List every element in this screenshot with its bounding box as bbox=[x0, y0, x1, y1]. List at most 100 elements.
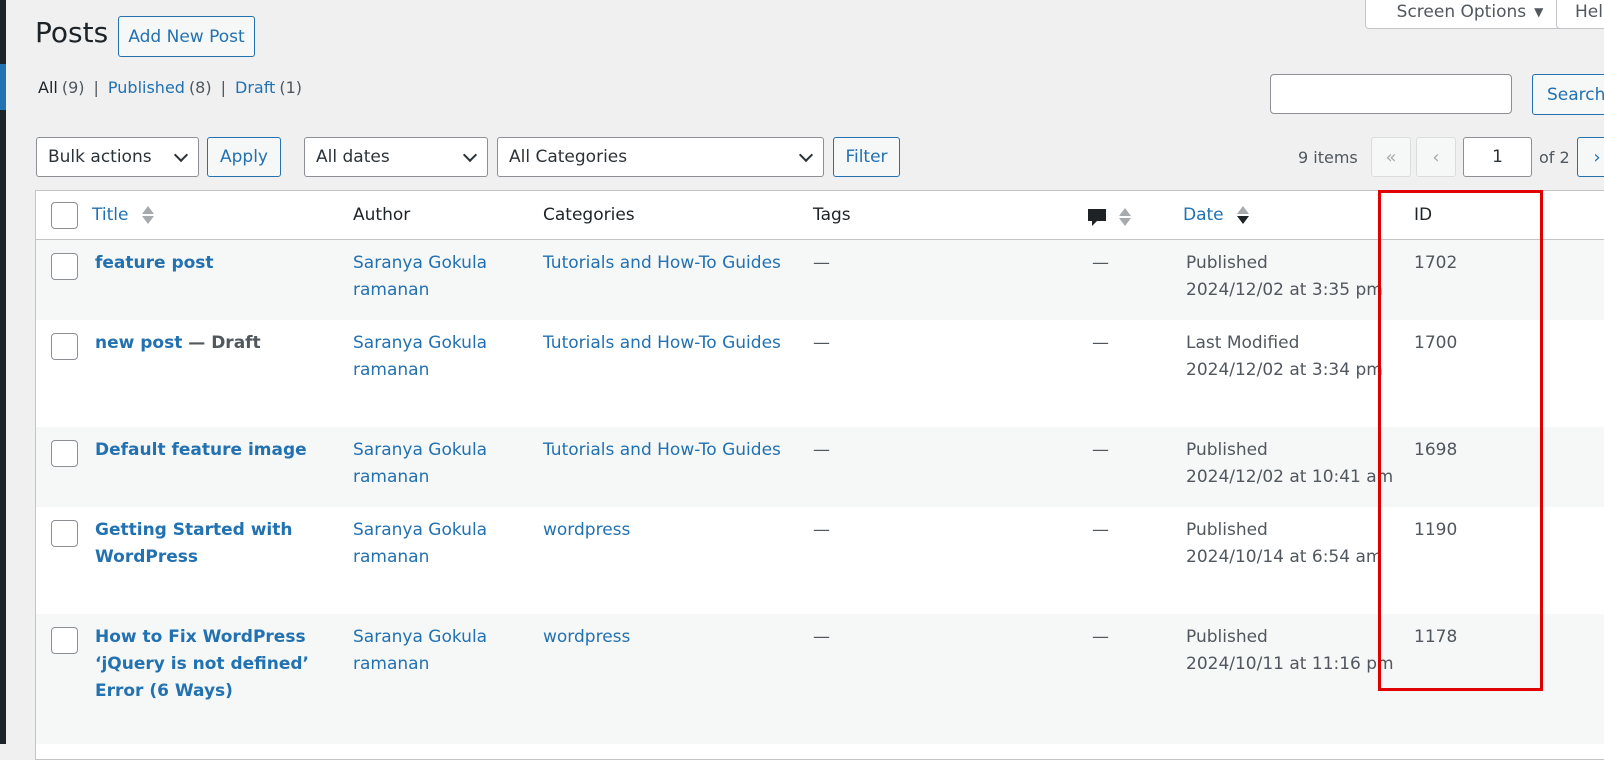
post-title-text: new post bbox=[95, 333, 183, 353]
post-title-link[interactable]: feature post bbox=[95, 250, 315, 277]
post-date: Last Modified 2024/12/02 at 3:34 pm bbox=[1186, 330, 1383, 384]
post-author-link[interactable]: Saranya Gokula ramanan bbox=[353, 330, 513, 384]
column-date[interactable]: Date bbox=[1183, 205, 1250, 225]
post-category-link[interactable]: Tutorials and How-To Guides bbox=[543, 330, 781, 357]
view-separator: | bbox=[220, 78, 226, 97]
post-category-link[interactable]: Tutorials and How-To Guides bbox=[543, 250, 781, 277]
first-page-button[interactable]: « bbox=[1371, 137, 1411, 177]
row-checkbox[interactable] bbox=[51, 627, 78, 654]
post-title-text: Getting Started with WordPress bbox=[95, 520, 293, 567]
search-input[interactable] bbox=[1270, 74, 1512, 114]
filter-button[interactable]: Filter bbox=[833, 137, 900, 177]
post-category-link[interactable]: wordpress bbox=[543, 517, 630, 544]
view-published[interactable]: Published (8) bbox=[108, 78, 212, 97]
post-tags: — bbox=[813, 253, 830, 273]
row-checkbox[interactable] bbox=[51, 253, 78, 280]
view-all[interactable]: All (9) bbox=[38, 78, 85, 97]
bulk-actions-value: Bulk actions bbox=[48, 147, 152, 167]
select-all-checkbox[interactable] bbox=[51, 202, 78, 229]
help-label: Help bbox=[1575, 2, 1604, 22]
post-title-link[interactable]: Default feature image bbox=[95, 437, 315, 464]
sort-icon bbox=[141, 206, 154, 224]
post-date: Published 2024/12/02 at 3:35 pm bbox=[1186, 250, 1383, 304]
apply-button[interactable]: Apply bbox=[207, 137, 281, 177]
table-row: feature post Saranya Gokula ramanan Tuto… bbox=[36, 240, 1604, 320]
current-page-input[interactable]: 1 bbox=[1463, 137, 1532, 177]
id-column-highlight-box bbox=[1378, 190, 1543, 691]
row-checkbox[interactable] bbox=[51, 440, 78, 467]
prev-page-button[interactable]: ‹ bbox=[1416, 137, 1456, 177]
post-date-status: Last Modified bbox=[1186, 333, 1300, 353]
table-row: Getting Started with WordPress Saranya G… bbox=[36, 507, 1604, 614]
items-count: 9 items bbox=[1298, 148, 1358, 167]
column-comments[interactable] bbox=[1086, 206, 1132, 233]
post-author-link[interactable]: Saranya Gokula ramanan bbox=[353, 250, 513, 304]
post-date-status: Published bbox=[1186, 440, 1268, 460]
post-title-link[interactable]: new post — Draft bbox=[95, 330, 315, 357]
post-tags: — bbox=[813, 440, 830, 460]
table-row: Default feature image Saranya Gokula ram… bbox=[36, 427, 1604, 507]
admin-menu-current-indicator bbox=[0, 64, 6, 110]
column-date-label: Date bbox=[1183, 205, 1224, 225]
post-date-status: Published bbox=[1186, 253, 1268, 273]
post-title-link[interactable]: Getting Started with WordPress bbox=[95, 517, 315, 571]
post-tags: — bbox=[813, 520, 830, 540]
post-title-text: feature post bbox=[95, 253, 214, 273]
post-author-link[interactable]: Saranya Gokula ramanan bbox=[353, 437, 513, 491]
posts-table: Title Author Categories Tags Date ID fea… bbox=[35, 190, 1604, 760]
post-date-value: 2024/10/14 at 6:54 am bbox=[1186, 547, 1383, 567]
post-date-status: Published bbox=[1186, 520, 1268, 540]
post-category-link[interactable]: Tutorials and How-To Guides bbox=[543, 437, 781, 464]
post-comments: — bbox=[1092, 520, 1109, 540]
post-tags: — bbox=[813, 627, 830, 647]
screen-options-button[interactable]: Screen Options ▼ bbox=[1365, 0, 1575, 29]
page-title: Posts bbox=[35, 16, 109, 49]
categories-filter-value: All Categories bbox=[509, 147, 628, 167]
post-comments: — bbox=[1092, 253, 1109, 273]
post-author-link[interactable]: Saranya Gokula ramanan bbox=[353, 517, 513, 571]
post-author-link[interactable]: Saranya Gokula ramanan bbox=[353, 624, 513, 678]
post-date: Published 2024/10/14 at 6:54 am bbox=[1186, 517, 1382, 571]
dates-filter-select[interactable]: All dates bbox=[304, 137, 488, 177]
view-separator: | bbox=[93, 78, 99, 97]
post-category-link[interactable]: wordpress bbox=[543, 624, 630, 651]
post-title-text: Default feature image bbox=[95, 440, 307, 460]
sort-icon bbox=[1237, 206, 1250, 224]
caret-down-icon: ▼ bbox=[1534, 5, 1544, 19]
post-state: — Draft bbox=[182, 333, 261, 353]
chevron-down-icon bbox=[798, 147, 814, 163]
table-header: Title Author Categories Tags Date ID bbox=[36, 191, 1604, 240]
post-title-text: How to Fix WordPress ‘jQuery is not defi… bbox=[95, 627, 310, 701]
help-button[interactable]: Help bbox=[1556, 0, 1604, 29]
column-tags: Tags bbox=[813, 205, 851, 225]
search-button[interactable]: Search bbox=[1532, 74, 1604, 115]
view-draft[interactable]: Draft (1) bbox=[235, 78, 302, 97]
add-new-post-button[interactable]: Add New Post bbox=[118, 16, 255, 57]
admin-menu-edge bbox=[0, 0, 6, 744]
chevron-down-icon bbox=[462, 147, 478, 163]
post-date: Published 2024/10/11 at 11:16 pm bbox=[1186, 624, 1394, 678]
post-status-views: All (9) | Published (8) | Draft (1) bbox=[38, 78, 302, 97]
comment-bubble-icon bbox=[1088, 209, 1106, 226]
sort-icon bbox=[1119, 208, 1132, 226]
post-date-status: Published bbox=[1186, 627, 1268, 647]
total-pages: of 2 bbox=[1539, 148, 1570, 167]
post-tags: — bbox=[813, 333, 830, 353]
column-author: Author bbox=[353, 205, 411, 225]
categories-filter-select[interactable]: All Categories bbox=[497, 137, 824, 177]
post-date-value: 2024/10/11 at 11:16 pm bbox=[1186, 654, 1394, 674]
screen-options-label: Screen Options bbox=[1396, 2, 1527, 22]
post-comments: — bbox=[1092, 333, 1109, 353]
post-comments: — bbox=[1092, 627, 1109, 647]
post-date: Published 2024/12/02 at 10:41 am bbox=[1186, 437, 1393, 491]
post-title-link[interactable]: How to Fix WordPress ‘jQuery is not defi… bbox=[95, 624, 315, 705]
column-categories: Categories bbox=[543, 205, 635, 225]
post-date-value: 2024/12/02 at 3:35 pm bbox=[1186, 280, 1383, 300]
chevron-down-icon bbox=[173, 147, 189, 163]
row-checkbox[interactable] bbox=[51, 333, 78, 360]
column-title[interactable]: Title bbox=[92, 205, 154, 225]
bulk-actions-select[interactable]: Bulk actions bbox=[36, 137, 199, 177]
row-checkbox[interactable] bbox=[51, 520, 78, 547]
next-page-button[interactable]: › bbox=[1577, 137, 1604, 177]
table-row: new post — Draft Saranya Gokula ramanan … bbox=[36, 320, 1604, 427]
